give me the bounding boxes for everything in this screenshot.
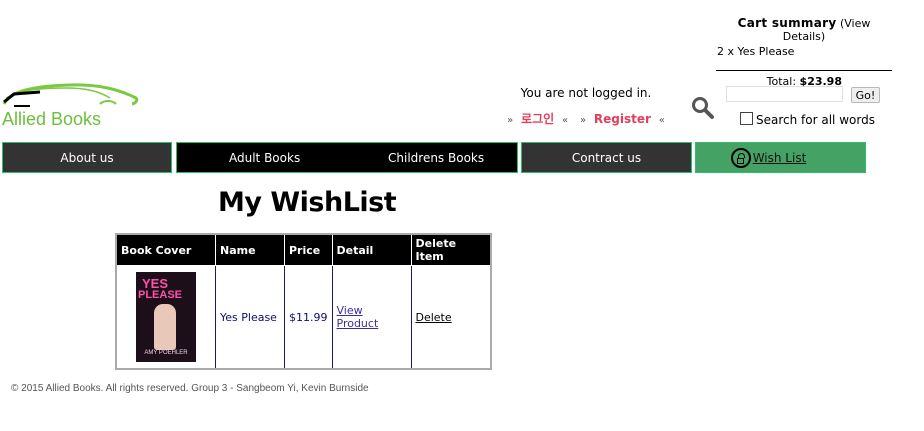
table-row: YES PLEASE AMY POEHLER Yes Please $11.99… [115,265,491,370]
view-product-link[interactable]: View Product [337,304,379,330]
all-words-checkbox[interactable] [740,112,753,125]
delete-link[interactable]: Delete [416,311,452,324]
nav-books-group: Adult Books Childrens Books [176,142,518,173]
nav-wish-list[interactable]: Wish List [695,142,866,173]
book-cover-image[interactable]: YES PLEASE AMY POEHLER [136,271,196,362]
header-name: Name [215,233,285,266]
book-price: $11.99 [284,265,333,370]
cart-summary-header: Cart summary (View Details) [716,16,892,43]
site-logo[interactable]: Allied Books [0,80,145,130]
header-detail: Detail [331,233,412,266]
book-name: Yes Please [215,265,285,370]
bullet-icon: « [658,115,665,126]
page-title: My WishList [218,187,397,218]
nav-about-label: About us [60,150,114,165]
footer-copyright: © 2015 Allied Books. All rights reserved… [11,383,369,394]
go-button[interactable]: Go! [851,87,880,103]
wish-list-inner: Wish List [730,147,807,168]
cover-figure [154,303,176,350]
all-words-label: Search for all words [756,113,875,127]
nav-childrens-books[interactable]: Childrens Books [388,151,484,165]
register-link[interactable]: Register [594,112,651,126]
bullet-icon: » [507,115,514,126]
nav-about-us[interactable]: About us [2,142,172,173]
cart-item-line: 2 x Yes Please [717,45,795,58]
header-delete-item: Delete Item [410,233,491,266]
delete-cell: Delete [410,265,491,370]
nav-contract-us[interactable]: Contract us [521,142,692,173]
login-panel: You are not logged in. » 로그인 « » Registe… [498,86,674,127]
cover-title-line-2: PLEASE [138,288,183,301]
bullet-icon: » [579,115,587,126]
cover-author: AMY POEHLER [144,349,188,356]
login-link[interactable]: 로그인 [521,112,554,126]
search-input[interactable] [726,86,843,102]
header-book-cover: Book Cover [115,233,216,266]
header-price: Price [284,233,333,266]
table-header-row: Book Cover Name Price Detail Delete Item [115,233,491,266]
cart-divider [716,70,892,71]
search-all-words[interactable]: Search for all words [740,112,875,127]
nav-contract-label: Contract us [571,150,642,165]
cart-summary: Cart summary (View Details) 2 x Yes Plea… [716,16,892,88]
search-icon[interactable] [690,95,716,121]
wish-list-link[interactable]: Wish List [753,151,807,165]
login-status: You are not logged in. [520,86,652,100]
login-links: » 로그인 « » Register « [498,110,674,127]
cart-summary-title: Cart summary [737,16,837,30]
detail-cell: View Product [331,265,412,370]
nav-adult-books[interactable]: Adult Books [229,151,300,165]
bullet-icon: « [562,115,569,126]
lock-icon [730,147,751,168]
logo-text: Allied Books [2,109,102,129]
wishlist-table: Book Cover Name Price Detail Delete Item… [115,233,492,370]
book-cover-cell: YES PLEASE AMY POEHLER [115,265,216,370]
